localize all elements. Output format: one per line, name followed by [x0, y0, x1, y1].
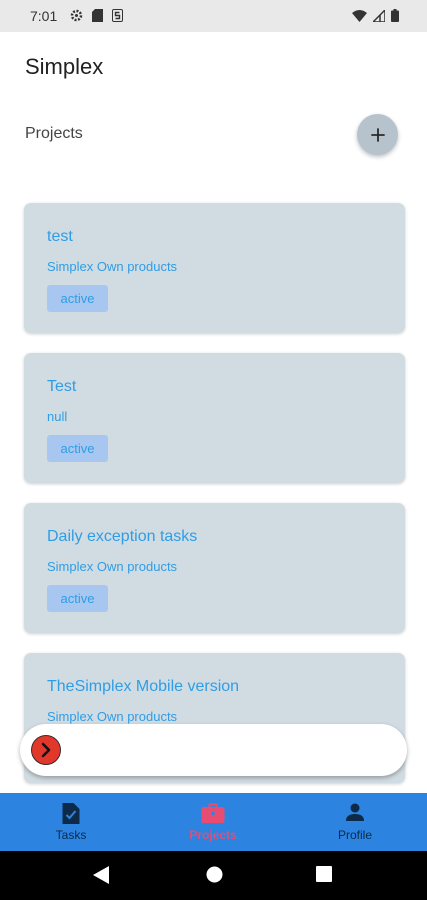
task-document-icon	[62, 803, 80, 824]
project-subtitle: Simplex Own products	[47, 709, 178, 724]
project-subtitle: null	[47, 409, 68, 424]
nav-label-tasks: Tasks	[55, 828, 87, 842]
nav-item-tasks[interactable]: Tasks	[0, 793, 142, 851]
project-title: Test	[47, 378, 77, 395]
chevron-right-icon	[41, 742, 51, 758]
nav-item-profile[interactable]: Profile	[284, 793, 426, 851]
nav-label-projects: Projects	[189, 828, 237, 842]
project-card[interactable]: test Simplex Own products active	[24, 203, 405, 333]
bottom-nav: Tasks Projects Profile	[0, 793, 427, 851]
person-icon	[346, 803, 364, 821]
project-subtitle: Simplex Own products	[47, 259, 178, 274]
briefcase-icon	[201, 803, 225, 823]
status-badge: active	[47, 435, 108, 462]
plus-icon	[370, 127, 385, 142]
home-icon[interactable]	[206, 866, 223, 883]
go-button[interactable]	[31, 735, 61, 765]
system-nav-bar	[0, 851, 427, 900]
project-title: Daily exception tasks	[47, 528, 198, 545]
nav-label-profile: Profile	[337, 828, 372, 842]
nav-item-projects[interactable]: Projects	[142, 793, 284, 851]
back-icon[interactable]	[93, 866, 109, 884]
status-badge: active	[47, 285, 108, 312]
section-title: Projects	[25, 125, 83, 142]
project-card[interactable]: Test null active	[24, 353, 405, 483]
project-title: TheSimplex Mobile version	[47, 678, 240, 695]
recents-icon[interactable]	[316, 866, 332, 882]
floating-run-bar[interactable]	[20, 724, 407, 776]
add-project-button[interactable]	[357, 114, 398, 155]
status-badge: active	[47, 585, 108, 612]
project-subtitle: Simplex Own products	[47, 559, 178, 574]
project-title: test	[47, 228, 73, 245]
project-card[interactable]: Daily exception tasks Simplex Own produc…	[24, 503, 405, 633]
